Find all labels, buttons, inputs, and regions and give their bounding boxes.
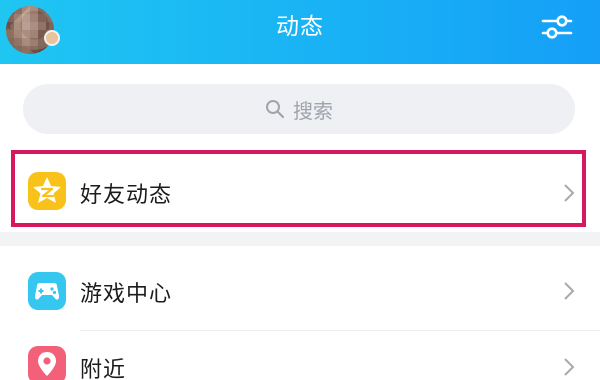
gamepad-icon	[28, 272, 66, 310]
search-placeholder-wrap: 搜索	[23, 84, 575, 134]
list-item-label: 附近	[80, 358, 127, 380]
list-item-nearby[interactable]: 附近	[0, 332, 600, 380]
top-bar: 动态	[0, 0, 600, 64]
search-icon	[266, 100, 285, 119]
page-title: 动态	[276, 14, 324, 40]
list-item-game-center[interactable]: 游戏中心	[0, 250, 600, 330]
row-separator	[80, 330, 600, 331]
location-pin-icon	[28, 346, 66, 380]
search-input[interactable]: 搜索	[23, 84, 575, 134]
search-placeholder: 搜索	[293, 98, 333, 123]
list-item-label: 游戏中心	[80, 282, 173, 307]
highlight-box	[11, 150, 586, 227]
chevron-right-icon	[564, 282, 575, 300]
filter-settings-icon[interactable]	[540, 13, 574, 41]
chevron-right-icon	[564, 358, 575, 376]
search-section: 搜索	[0, 64, 600, 152]
section-divider	[0, 232, 600, 246]
